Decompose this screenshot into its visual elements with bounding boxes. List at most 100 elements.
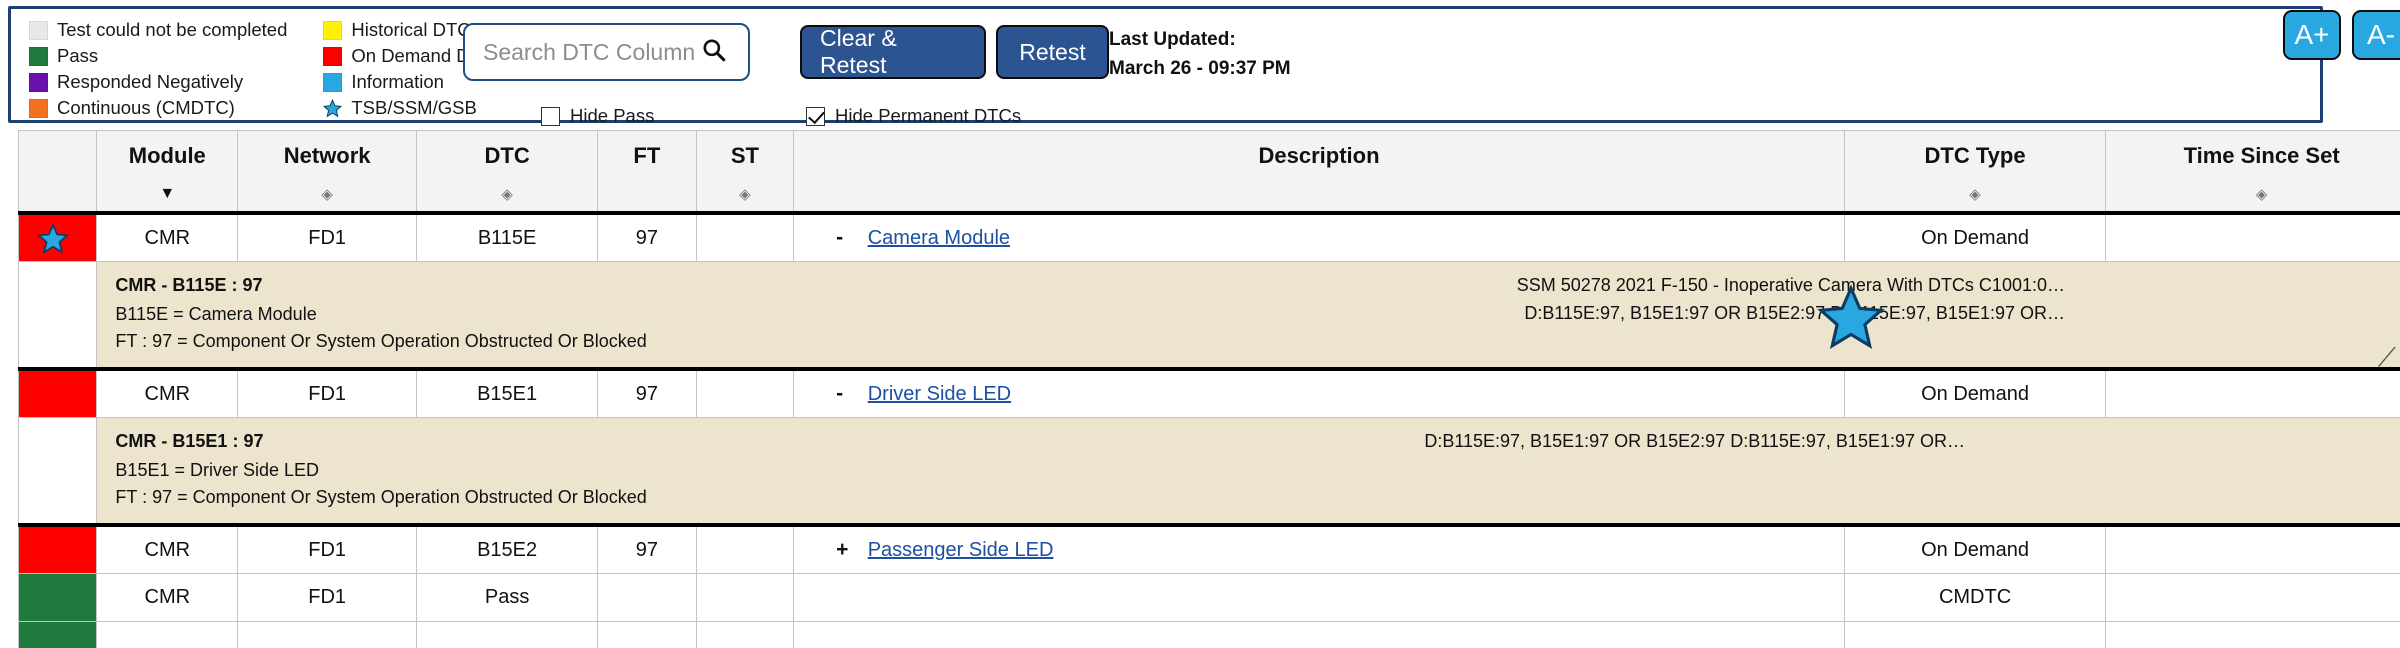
cell-network: FD1 [237, 367, 418, 418]
cell-st [695, 573, 795, 622]
star-icon[interactable] [1817, 284, 1886, 358]
font-decrease-button[interactable]: A- [2352, 10, 2400, 60]
color-swatch [29, 98, 48, 118]
expand-toggle-icon[interactable]: + [836, 538, 862, 562]
search-box[interactable] [463, 23, 750, 81]
last-updated-title: Last Updated: [1109, 29, 1236, 50]
color-swatch [29, 72, 48, 92]
sort-indicator-icon[interactable]: ◈ [2110, 185, 2400, 203]
detail-title: CMR - B15E1 : 97 [115, 431, 264, 451]
legend-label: Continuous (CMDTC) [57, 96, 235, 118]
table-header-row: Module ▼ Network ◈ DTC ◈ FT ST ◈ Descrip… [17, 130, 2400, 214]
cell-ft: 97 [597, 211, 697, 262]
hide-permanent-dtcs-label: Hide Permanent DTCs [835, 105, 1022, 126]
search-input[interactable] [481, 37, 699, 67]
table-row[interactable]: CMR FD1 B15E1 97 - Driver Side LED On De… [17, 367, 2400, 418]
description-link[interactable]: Camera Module [868, 227, 1010, 249]
cell-dtc [416, 621, 599, 648]
description-link[interactable]: Driver Side LED [868, 383, 1011, 405]
hide-pass-label: Hide Pass [570, 105, 655, 126]
legend: Test could not be completed Pass Respond… [29, 17, 494, 121]
cell-dtc: Pass [416, 573, 599, 622]
dtc-table-area: Module ▼ Network ◈ DTC ◈ FT ST ◈ Descrip… [0, 130, 2400, 648]
cell-module: CMR [96, 211, 239, 262]
column-header-dtc-type[interactable]: DTC Type ◈ [1843, 130, 2107, 214]
sort-indicator-icon[interactable]: ◈ [242, 185, 412, 203]
legend-item-continuous-cmdtc: Continuous (CMDTC) [29, 95, 287, 121]
sort-indicator-icon[interactable]: ▼ [101, 185, 233, 203]
detail-ssm-dtc-list[interactable]: D:B115E:97, B15E1:97 OR B15E2:97 D:B115E… [1517, 300, 2065, 328]
sort-indicator-icon[interactable]: ◈ [701, 185, 790, 203]
cell-dtc-type: On Demand [1843, 367, 2107, 418]
cell-network: FD1 [237, 211, 418, 262]
cell-time-since-set [2105, 573, 2400, 622]
expand-toggle-icon[interactable]: - [836, 226, 862, 250]
table-row[interactable]: CMR FD1 B115E 97 - Camera Module On Dema… [17, 211, 2400, 262]
column-header-status [17, 130, 98, 214]
cell-dtc-type [1843, 621, 2107, 648]
table-row[interactable]: CMR FD1 Pass CMDTC [17, 573, 2400, 622]
checkbox-checked-icon[interactable] [806, 106, 825, 126]
column-header-st[interactable]: ST ◈ [695, 130, 795, 214]
detail-content-cell: CMR - B115E : 97 B115E = Camera Module F… [96, 261, 2400, 371]
detail-left-block: CMR - B115E : 97 B115E = Camera Module F… [115, 272, 646, 355]
column-header-ft[interactable]: FT [597, 130, 697, 214]
column-header-dtc[interactable]: DTC ◈ [416, 130, 599, 214]
column-header-module[interactable]: Module ▼ [96, 130, 239, 214]
column-header-label: Network [283, 143, 371, 168]
clear-retest-button[interactable]: Clear & Retest [800, 25, 986, 79]
legend-item-responded-negatively: Responded Negatively [29, 69, 287, 95]
table-row[interactable]: CMR FD1 B15E2 97 + Passenger Side LED On… [17, 524, 2400, 574]
detail-right-block: SSM 50278 2021 F-150 - Inoperative Camer… [1517, 272, 2395, 328]
cell-module: CMR [96, 367, 239, 418]
cell-dtc: B15E1 [416, 367, 599, 418]
hide-pass-checkbox-row[interactable]: Hide Pass [541, 105, 654, 127]
resize-handle-icon[interactable]: ⟋ [2378, 342, 2396, 374]
last-updated: Last Updated: March 26 - 09:37 PM [1109, 25, 1291, 84]
status-indicator [19, 574, 97, 621]
star-icon[interactable] [36, 222, 70, 261]
detail-ssm-dtc-list[interactable]: D:B115E:97, B15E1:97 OR B15E2:97 D:B115E… [1424, 428, 1965, 456]
legend-label: Information [351, 70, 444, 92]
cell-network [237, 621, 418, 648]
column-header-label: DTC Type [1924, 143, 2026, 168]
cell-time-since-set [2105, 367, 2400, 418]
checkbox-icon[interactable] [541, 106, 560, 126]
cell-description: + Passenger Side LED [793, 524, 1845, 574]
detail-ssm-reference[interactable]: SSM 50278 2021 F-150 - Inoperative Camer… [1517, 272, 2065, 300]
cell-dtc-type: CMDTC [1843, 573, 2107, 622]
detail-line-ft-definition: FT : 97 = Component Or System Operation … [115, 487, 647, 507]
color-swatch [323, 46, 343, 66]
sort-indicator-icon[interactable]: ◈ [1849, 185, 2101, 203]
detail-line-dtc-definition: B15E1 = Driver Side LED [115, 460, 320, 480]
cell-module [96, 621, 239, 648]
sort-indicator-icon[interactable]: ◈ [421, 185, 593, 203]
retest-button[interactable]: Retest [996, 25, 1109, 79]
cell-description: - Camera Module [793, 211, 1845, 262]
column-header-network[interactable]: Network ◈ [237, 130, 418, 214]
column-header-description[interactable]: Description [793, 130, 1845, 214]
search-icon[interactable] [701, 37, 727, 68]
color-swatch [323, 72, 343, 92]
cell-network: FD1 [237, 573, 418, 622]
cell-dtc-type: On Demand [1843, 211, 2107, 262]
hide-permanent-dtcs-checkbox-row[interactable]: Hide Permanent DTCs [806, 105, 1021, 127]
column-header-time-since-set[interactable]: Time Since Set ◈ [2105, 130, 2400, 214]
cell-st [695, 621, 795, 648]
detail-row: CMR - B115E : 97 B115E = Camera Module F… [17, 261, 2400, 371]
font-increase-button[interactable]: A+ [2283, 10, 2341, 60]
legend-item-tsb-ssm-gsb: TSB/SSM/GSB [323, 95, 494, 121]
color-swatch [29, 46, 48, 66]
cell-time-since-set [2105, 524, 2400, 574]
cell-description [793, 621, 1845, 648]
cell-time-since-set [2105, 621, 2400, 648]
cell-st [695, 367, 795, 418]
expand-toggle-icon[interactable]: - [836, 382, 862, 406]
cell-ft [597, 573, 697, 622]
toolbar-panel: Test could not be completed Pass Respond… [8, 6, 2323, 126]
cell-module: CMR [96, 573, 239, 622]
detail-panel: CMR - B15E1 : 97 B15E1 = Driver Side LED… [97, 418, 2400, 523]
description-link[interactable]: Passenger Side LED [868, 539, 1054, 561]
cell-dtc-type: On Demand [1843, 524, 2107, 574]
table-row[interactable] [17, 621, 2400, 648]
